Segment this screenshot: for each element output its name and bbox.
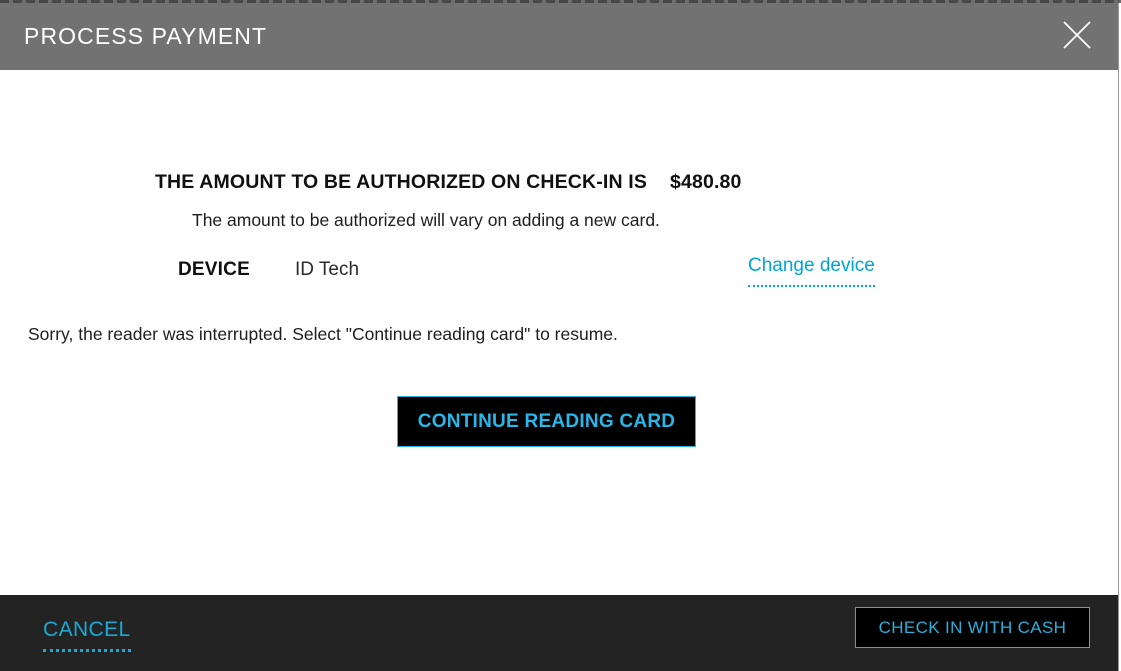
reader-error-message: Sorry, the reader was interrupted. Selec…	[28, 324, 618, 344]
process-payment-modal-screen: PROCESS PAYMENT THE AMOUNT TO BE AUTHORI…	[0, 0, 1121, 671]
close-button[interactable]	[1056, 14, 1098, 56]
authorization-amount-row: THE AMOUNT TO BE AUTHORIZED ON CHECK-IN …	[155, 171, 742, 194]
device-value: ID Tech	[295, 259, 360, 280]
check-in-with-cash-button[interactable]: CHECK IN WITH CASH	[855, 607, 1090, 648]
background-page-edge	[0, 0, 1121, 3]
device-row: DEVICE ID Tech Change device	[0, 254, 1118, 292]
authorization-amount-note: The amount to be authorized will vary on…	[192, 210, 660, 230]
process-payment-modal: PROCESS PAYMENT THE AMOUNT TO BE AUTHORI…	[0, 0, 1119, 671]
modal-body: THE AMOUNT TO BE AUTHORIZED ON CHECK-IN …	[0, 70, 1118, 595]
authorization-amount-value: $480.80	[670, 171, 742, 193]
page-title: PROCESS PAYMENT	[24, 22, 268, 49]
cancel-button[interactable]: CANCEL	[43, 617, 131, 653]
close-x-icon	[1062, 20, 1092, 50]
modal-header: PROCESS PAYMENT	[0, 0, 1118, 70]
device-label: DEVICE	[178, 259, 250, 280]
continue-reading-card-button[interactable]: CONTINUE READING CARD	[397, 396, 696, 447]
change-device-link[interactable]: Change device	[748, 254, 875, 287]
modal-footer: CANCEL CHECK IN WITH CASH	[0, 595, 1118, 671]
authorization-amount-label: THE AMOUNT TO BE AUTHORIZED ON CHECK-IN …	[155, 171, 647, 193]
